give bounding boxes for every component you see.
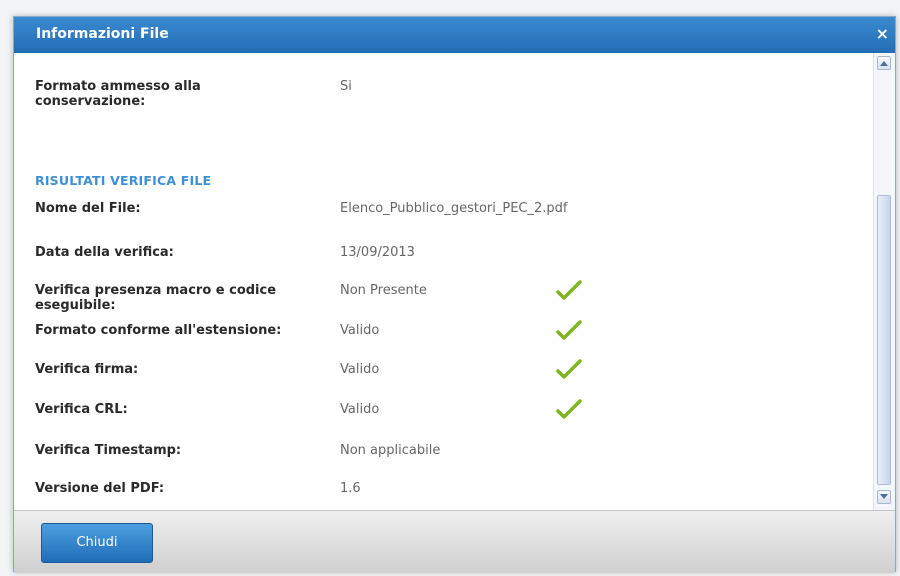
field-value: Si xyxy=(340,79,352,94)
field-value: 1.6 xyxy=(340,481,361,496)
field-value: Valido xyxy=(340,402,380,417)
field-value: Elenco_Pubblico_gestori_PEC_2.pdf xyxy=(340,201,568,216)
field-value: 13/09/2013 xyxy=(340,245,415,260)
section-title: RISULTATI VERIFICA FILE xyxy=(35,173,212,188)
field-label: Nome del File: xyxy=(35,201,141,216)
field-label: Verifica CRL: xyxy=(35,402,128,417)
scroll-down-icon[interactable] xyxy=(877,490,891,504)
checkmark-icon xyxy=(556,280,582,300)
field-value: Non applicabile xyxy=(340,443,441,458)
close-button[interactable]: Chiudi xyxy=(41,523,153,563)
field-label: Formato ammesso alla conservazione: xyxy=(35,79,201,109)
dialog-title: Informazioni File xyxy=(36,26,169,42)
field-label: Verifica firma: xyxy=(35,362,139,377)
field-label: Verifica presenza macro e codice eseguib… xyxy=(35,283,277,313)
field-value: Valido xyxy=(340,362,380,377)
scrollbar-thumb[interactable] xyxy=(877,195,891,485)
checkmark-icon xyxy=(556,320,582,340)
file-info-dialog: Informazioni File × Formato ammesso alla… xyxy=(13,16,896,573)
vertical-scrollbar[interactable] xyxy=(873,53,895,510)
field-label: Verifica Timestamp: xyxy=(35,443,182,458)
field-value: Non Presente xyxy=(340,283,427,298)
checkmark-icon xyxy=(556,359,582,379)
field-value: Valido xyxy=(340,323,380,338)
field-label: Formato conforme all'estensione: xyxy=(35,323,282,338)
scroll-up-icon[interactable] xyxy=(877,56,891,70)
close-icon[interactable]: × xyxy=(876,26,889,42)
dialog-footer: Chiudi xyxy=(14,510,895,573)
field-label: Data della verifica: xyxy=(35,245,174,260)
dialog-content: Formato ammesso alla conservazione: Si R… xyxy=(14,53,873,510)
checkmark-icon xyxy=(556,399,582,419)
field-label: Versione del PDF: xyxy=(35,481,165,496)
dialog-titlebar: Informazioni File × xyxy=(14,17,895,53)
